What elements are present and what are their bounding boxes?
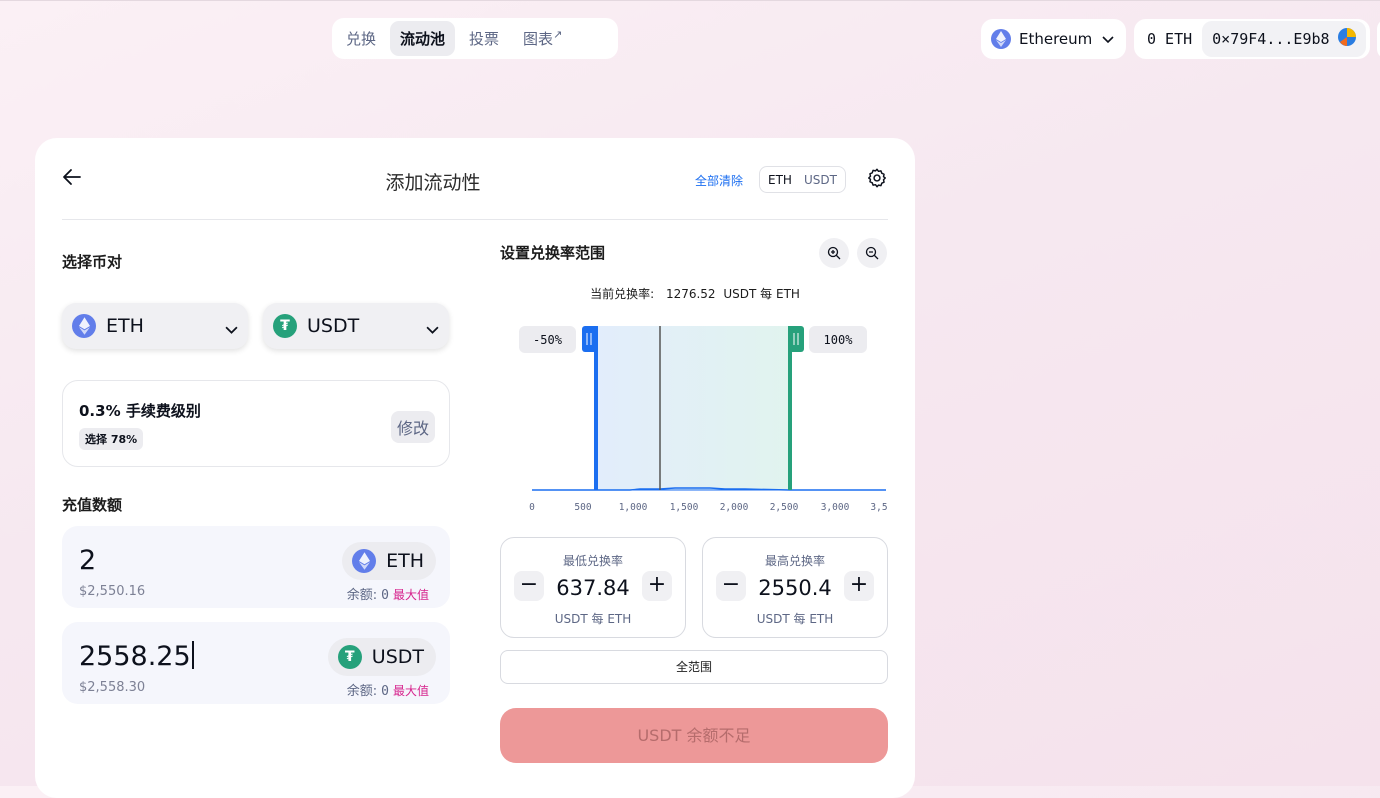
usdt-usd-value: $2,558.30 xyxy=(79,680,146,695)
eth-balance: 余额: 0 最大值 xyxy=(347,584,429,603)
min-price-unit: USDT 每 ETH xyxy=(554,612,632,626)
gear-icon[interactable] xyxy=(866,167,888,193)
balance-label: 余额: xyxy=(346,684,378,699)
wallet-address: 0×79F4...E9b8 xyxy=(1212,30,1330,48)
max-pct-label: 100% xyxy=(824,333,854,347)
top-nav: 兑换 流动池 投票 图表↗ xyxy=(332,18,618,59)
max-price-increment[interactable]: + xyxy=(844,571,874,601)
tick-label: 1,500 xyxy=(670,502,699,513)
nav-charts[interactable]: 图表↗ xyxy=(513,21,572,56)
add-liquidity-card: 添加流动性 全部清除 ETH USDT 选择币对 ETH ₮ USDT 0.3%… xyxy=(35,138,915,798)
balance-label: 余额: xyxy=(346,588,378,603)
usdt-amount-input[interactable]: 2558.25 xyxy=(79,641,194,672)
nav-swap[interactable]: 兑换 xyxy=(336,21,386,56)
min-range-handle[interactable] xyxy=(582,326,597,352)
usdt-token-badge: ₮ USDT xyxy=(327,638,436,676)
nav-pool[interactable]: 流动池 xyxy=(390,21,456,56)
balance-value: 0 xyxy=(381,588,389,603)
liquidity-range-chart[interactable]: -50% 100% 0 500 1,000 1,500 2,000 2,500 … xyxy=(500,320,890,520)
min-pct-label: -50% xyxy=(533,333,563,347)
tick-label: 3,000 xyxy=(821,502,850,513)
network-name: Ethereum xyxy=(1019,30,1093,48)
ethereum-icon xyxy=(991,29,1011,49)
chevron-down-icon xyxy=(1102,30,1114,48)
toggle-eth[interactable]: ETH xyxy=(762,169,798,190)
token-a-selector[interactable]: ETH xyxy=(62,303,248,349)
eth-deposit-panel: 2 $2,550.16 ETH 余额: 0 最大值 xyxy=(62,526,450,608)
usdt-balance: 余额: 0 最大值 xyxy=(347,680,429,699)
eth-amount-input[interactable]: 2 xyxy=(79,545,96,576)
eth-max-button[interactable]: 最大值 xyxy=(393,588,429,602)
wallet-address-pill[interactable]: 0×79F4...E9b8 xyxy=(1202,21,1366,57)
usdt-deposit-panel: 2558.25 $2,558.30 ₮ USDT 余额: 0 最大值 xyxy=(62,622,450,704)
tick-label: 2,500 xyxy=(770,502,799,513)
fee-tier-box: 0.3% 手续费级别 选择 78% 修改 xyxy=(62,380,450,467)
external-link-icon: ↗ xyxy=(553,28,563,41)
zoom-in-icon[interactable] xyxy=(819,238,849,268)
token-b-label: USDT xyxy=(307,315,360,337)
wallet-button[interactable]: 0 ETH 0×79F4...E9b8 xyxy=(1134,19,1370,59)
text-caret xyxy=(191,641,194,669)
deposit-amount-label: 充值数额 xyxy=(62,496,123,514)
zoom-out-icon[interactable] xyxy=(857,238,887,268)
header-divider xyxy=(62,219,888,220)
eth-token-badge: ETH xyxy=(342,542,436,580)
tether-icon: ₮ xyxy=(337,645,362,669)
token-a-label: ETH xyxy=(106,315,144,337)
clear-all-link[interactable]: 全部清除 xyxy=(695,172,743,189)
wallet-balance: 0 ETH xyxy=(1147,30,1193,48)
fee-tier-title: 0.3% 手续费级别 xyxy=(79,402,201,420)
nav-charts-label: 图表 xyxy=(523,30,554,48)
edit-fee-button[interactable]: 修改 xyxy=(390,411,435,443)
ethereum-icon xyxy=(352,549,377,573)
eth-usd-value: $2,550.16 xyxy=(79,584,146,599)
max-price-box: 最高兑换率 − 2550.4 + USDT 每 ETH xyxy=(702,537,888,638)
max-range-handle[interactable] xyxy=(789,326,804,352)
top-border xyxy=(0,0,1380,1)
fee-selection-badge: 选择 78% xyxy=(79,428,144,450)
min-price-increment[interactable]: + xyxy=(642,571,672,601)
usdt-amount-value: 2558.25 xyxy=(79,641,191,672)
selected-range-area xyxy=(596,326,790,490)
max-price-label: 最高兑换率 xyxy=(764,554,825,568)
avatar xyxy=(1337,28,1356,50)
tether-icon: ₮ xyxy=(273,314,297,338)
current-rate-label: 当前兑换率: xyxy=(590,287,655,301)
tick-label: 3,5 xyxy=(870,502,887,513)
tick-label: 2,000 xyxy=(720,502,749,513)
nav-vote[interactable]: 投票 xyxy=(459,21,509,56)
max-price-unit: USDT 每 ETH xyxy=(756,612,834,626)
chevron-down-icon xyxy=(426,318,439,340)
network-selector[interactable]: Ethereum xyxy=(981,19,1126,59)
balance-value: 0 xyxy=(381,684,389,699)
tick-label: 500 xyxy=(574,502,591,513)
token-b-selector[interactable]: ₮ USDT xyxy=(263,303,449,349)
min-price-label: 最低兑换率 xyxy=(562,554,623,568)
eth-token-label: ETH xyxy=(386,550,424,572)
denomination-toggle: ETH USDT xyxy=(759,166,846,193)
min-price-box: 最低兑换率 − 637.84 + USDT 每 ETH xyxy=(500,537,686,638)
usdt-max-button[interactable]: 最大值 xyxy=(393,684,429,698)
price-range-title: 设置兑换率范围 xyxy=(500,244,606,262)
select-pair-label: 选择币对 xyxy=(62,253,123,271)
tick-label: 1,000 xyxy=(619,502,648,513)
current-rate-unit: USDT 每 ETH xyxy=(723,287,800,301)
full-range-button[interactable]: 全范围 xyxy=(500,650,888,684)
usdt-token-label: USDT xyxy=(371,646,424,668)
chevron-down-icon xyxy=(225,318,238,340)
tick-label: 0 xyxy=(529,502,535,513)
ethereum-icon xyxy=(72,314,96,338)
insufficient-balance-button: USDT 余额不足 xyxy=(500,708,888,763)
current-rate: 当前兑换率: 1276.52 USDT 每 ETH xyxy=(500,285,890,302)
current-rate-value: 1276.52 xyxy=(665,287,716,301)
toggle-usdt[interactable]: USDT xyxy=(798,170,843,190)
